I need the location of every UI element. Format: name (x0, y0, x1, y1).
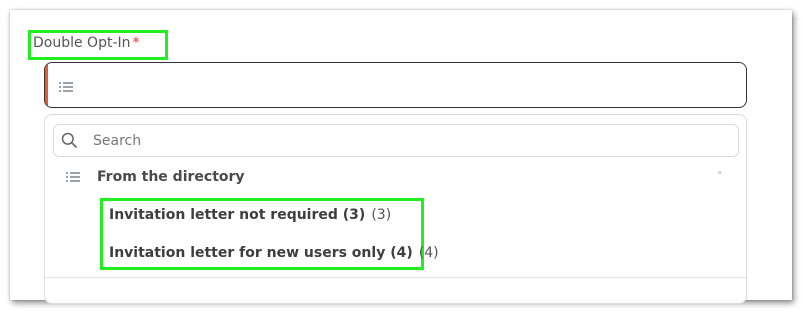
select-accent-bar (45, 63, 48, 107)
group-list-icon (66, 172, 80, 182)
divider (45, 277, 746, 278)
required-mark: * (132, 35, 140, 51)
list-icon (59, 82, 73, 92)
option-count: (4) (418, 245, 439, 261)
option-item[interactable]: Invitation letter for new users only (4)… (109, 245, 439, 261)
search-input[interactable] (93, 131, 693, 151)
double-opt-in-select[interactable] (44, 62, 747, 108)
field-label: Double Opt-In * (33, 35, 140, 51)
chevron-up-icon[interactable]: ˆ (717, 170, 723, 183)
field-label-text: Double Opt-In (33, 35, 131, 51)
option-count: (3) (371, 207, 392, 223)
search-icon (61, 132, 77, 148)
option-label: Invitation letter for new users only (4) (109, 245, 413, 261)
option-item[interactable]: Invitation letter not required (3) (3) (109, 207, 391, 223)
group-title: From the directory (97, 169, 245, 185)
option-label: Invitation letter not required (3) (109, 207, 366, 223)
